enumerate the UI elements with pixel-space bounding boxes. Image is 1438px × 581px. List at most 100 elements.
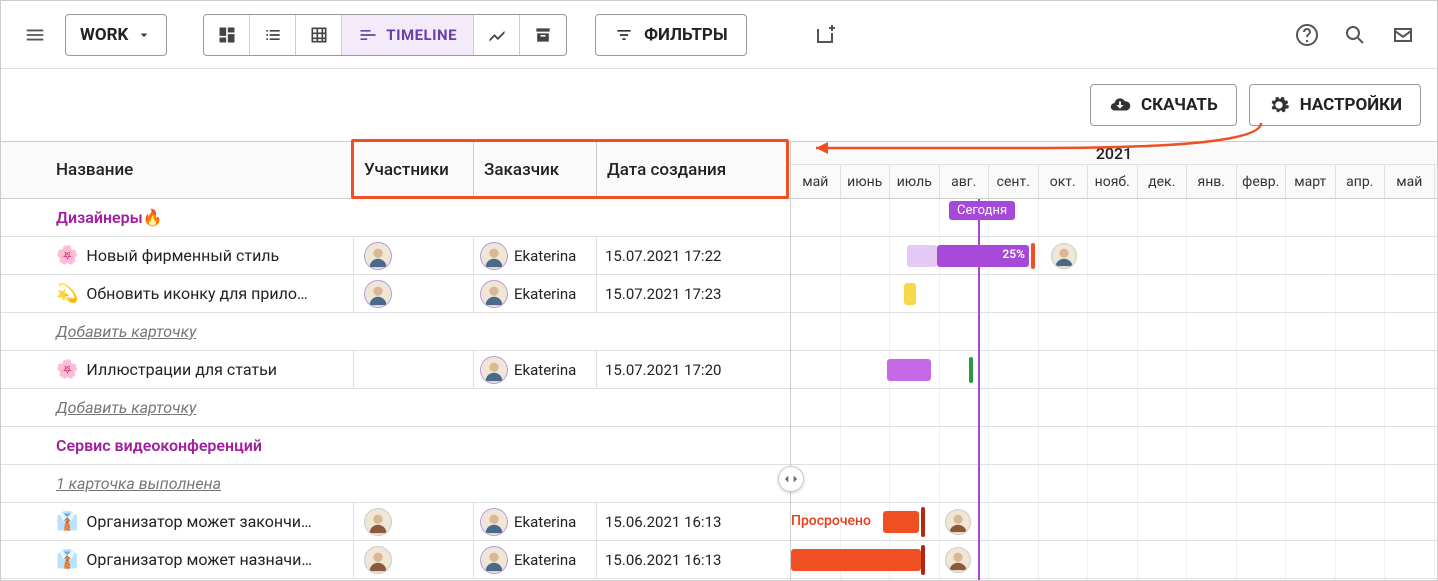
month-cell[interactable]: июль [890,165,940,198]
customer-name: Ekaterina [514,551,576,569]
task-emoji: 🌸 [56,359,78,380]
search-button[interactable] [1333,13,1377,57]
overdue-label: Просрочено [791,513,871,529]
customer-name: Ekaterina [514,247,576,265]
section-designers[interactable]: Дизайнеры🔥 [1,199,790,237]
timeline-icon [358,25,378,45]
help-button[interactable] [1285,13,1329,57]
download-label: СКАЧАТЬ [1141,95,1218,115]
customer-avatar[interactable] [480,280,508,308]
view-timeline-button[interactable]: TIMELINE [342,15,474,55]
view-archive-button[interactable] [520,15,566,55]
view-table-button[interactable] [296,15,342,55]
deadline-marker [921,545,925,575]
month-cell[interactable]: май [791,165,841,198]
created-date: 15.07.2021 17:20 [597,351,790,388]
cloud-download-icon [1109,94,1131,116]
assignee-avatar[interactable] [945,547,971,573]
assignee-avatar[interactable] [1051,243,1077,269]
customer-name: Ekaterina [514,513,576,531]
customer-name: Ekaterina [514,285,576,303]
view-list-button[interactable] [250,15,296,55]
month-cell[interactable]: сент. [989,165,1039,198]
month-cell[interactable]: авг. [940,165,990,198]
created-date: 15.07.2021 17:22 [597,237,790,274]
filters-label: ФИЛЬТРЫ [644,25,728,45]
task-row[interactable]: 🌸 Иллюстрации для статьи Ekaterina 15.07.… [1,351,790,389]
participant-avatar[interactable] [364,508,392,536]
section-video[interactable]: Сервис видеоконференций [1,427,790,465]
mail-button[interactable] [1381,13,1425,57]
task-title: Иллюстрации для статьи [86,360,277,379]
month-cell[interactable]: май [1385,165,1435,198]
progress-label: 25% [1002,247,1025,261]
add-card-link[interactable]: Добавить карточку [1,389,790,427]
task-row[interactable]: 👔 Организатор может назначи… Ekaterina 15… [1,541,790,579]
filter-icon [614,25,634,45]
deadline-marker [921,507,925,537]
view-dashboard-button[interactable] [204,15,250,55]
task-row[interactable]: 🌸 Новый фирменный стиль Ekaterina 15.07.2… [1,237,790,275]
view-chart-button[interactable] [474,15,520,55]
column-header-created[interactable]: Дата создания [597,142,790,198]
month-cell[interactable]: окт. [1039,165,1089,198]
chevron-down-icon [136,27,152,43]
gantt-bar[interactable] [883,511,919,533]
deadline-marker [1031,243,1035,269]
month-cell[interactable]: янв. [1187,165,1237,198]
project-selector[interactable]: WORK [65,14,167,56]
assignee-avatar[interactable] [945,509,971,535]
today-line [978,199,980,580]
task-row[interactable]: 💫 Обновить иконку для прило… Ekaterina 15… [1,275,790,313]
month-cell[interactable]: дек. [1138,165,1188,198]
task-title: Обновить иконку для прило… [86,284,307,303]
timeline-year: 2021 [791,141,1437,165]
task-title: Новый фирменный стиль [86,246,279,265]
today-badge: Сегодня [949,201,1015,220]
task-emoji: 🌸 [56,245,78,266]
month-cell[interactable]: февр. [1237,165,1287,198]
customer-avatar[interactable] [480,546,508,574]
month-cell[interactable]: апр. [1336,165,1386,198]
timeline-months: май июнь июль авг. сент. окт. нояб. дек.… [791,165,1437,199]
created-date: 15.07.2021 17:23 [597,275,790,312]
settings-button[interactable]: НАСТРОЙКИ [1249,84,1421,126]
task-title: Организатор может закончи… [86,512,311,531]
gantt-bar[interactable] [887,359,931,381]
column-header-name[interactable]: Название [1,142,354,198]
created-date: 15.06.2021 16:13 [597,541,790,578]
deadline-marker [969,357,973,383]
task-title: Организатор может назначи… [86,550,312,569]
column-header-customer[interactable]: Заказчик [474,142,597,198]
gear-icon [1268,94,1290,116]
created-date: 15.06.2021 16:13 [597,503,790,540]
settings-label: НАСТРОЙКИ [1300,95,1402,115]
customer-avatar[interactable] [480,508,508,536]
gantt-bar-progress[interactable]: 25% [937,245,1029,267]
gantt-bar[interactable] [791,549,921,571]
new-note-button[interactable] [803,13,847,57]
filters-button[interactable]: ФИЛЬТРЫ [595,14,747,56]
gantt-bar[interactable] [907,245,937,267]
task-emoji: 👔 [56,511,78,532]
participant-avatar[interactable] [364,546,392,574]
month-cell[interactable]: июнь [841,165,891,198]
pane-resize-handle[interactable] [778,466,804,492]
view-switcher: TIMELINE [203,14,567,56]
download-button[interactable]: СКАЧАТЬ [1090,84,1237,126]
month-cell[interactable]: нояб. [1088,165,1138,198]
month-cell[interactable]: март [1286,165,1336,198]
done-cards-link[interactable]: 1 карточка выполнена [1,465,790,503]
customer-avatar[interactable] [480,242,508,270]
add-card-link[interactable]: Добавить карточку [1,313,790,351]
task-emoji: 👔 [56,549,78,570]
participant-avatar[interactable] [364,280,392,308]
customer-name: Ekaterina [514,361,576,379]
task-row[interactable]: 👔 Организатор может закончи… Ekaterina 15… [1,503,790,541]
participant-avatar[interactable] [364,242,392,270]
menu-icon[interactable] [13,13,57,57]
customer-avatar[interactable] [480,356,508,384]
task-emoji: 💫 [56,283,78,304]
column-header-participants[interactable]: Участники [354,142,474,198]
gantt-bar[interactable] [904,283,916,305]
